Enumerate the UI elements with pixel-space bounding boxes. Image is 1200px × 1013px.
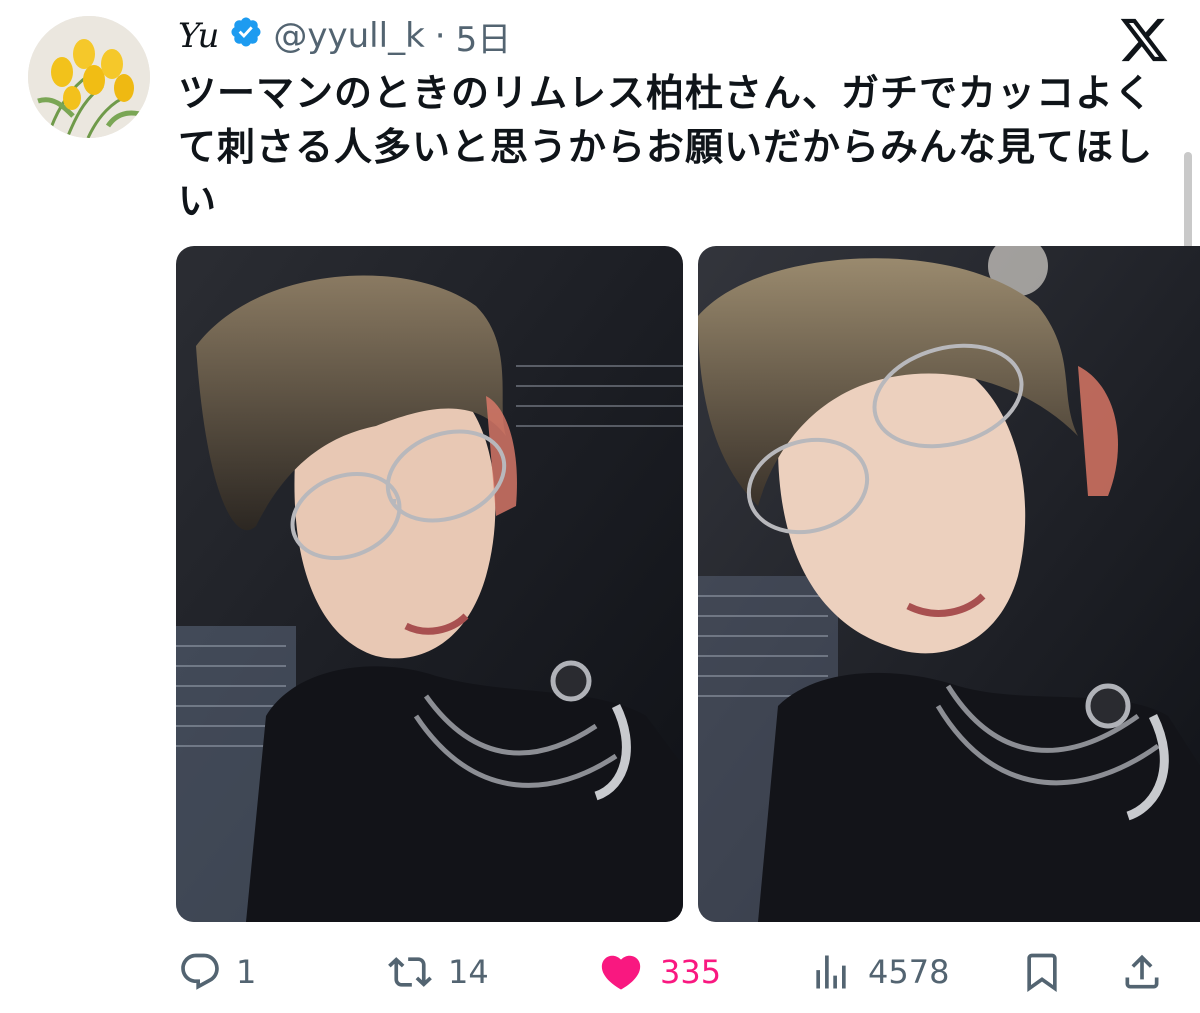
reply-button[interactable]: 1 <box>178 940 256 1004</box>
retweet-button[interactable]: 14 <box>386 940 489 1004</box>
timestamp[interactable]: 5日 <box>456 12 512 61</box>
separator: · <box>434 16 446 56</box>
retweet-icon <box>386 950 434 994</box>
views-count: 4578 <box>868 953 950 991</box>
views-icon <box>808 950 854 994</box>
like-button[interactable]: 335 <box>596 940 721 1004</box>
retweet-count: 14 <box>448 953 489 991</box>
reply-icon <box>178 950 222 994</box>
views-button[interactable]: 4578 <box>808 940 949 1004</box>
handle[interactable]: @yyull_k <box>273 16 424 56</box>
tweet-actions: 1 14 335 4578 <box>0 940 1200 1004</box>
like-count: 335 <box>660 953 722 991</box>
verified-badge-icon <box>229 15 263 58</box>
reply-count: 1 <box>236 953 257 991</box>
share-button[interactable] <box>1120 940 1164 1004</box>
tweet-photo-2[interactable] <box>698 246 1200 922</box>
display-name[interactable]: Yu <box>178 16 219 56</box>
heart-icon <box>596 949 646 995</box>
avatar[interactable] <box>28 16 150 138</box>
share-icon <box>1120 950 1164 994</box>
bookmark-icon <box>1020 950 1064 994</box>
x-logo-icon <box>1118 14 1170 66</box>
tweet-text: ツーマンのときのリムレス柏杜さん、ガチでカッコよくて刺さる人多いと思うからお願い… <box>178 71 1154 223</box>
tweet-photo-1[interactable] <box>176 246 683 922</box>
tweet-header: Yu @yyull_k · 5日 <box>178 12 512 61</box>
bookmark-button[interactable] <box>1020 940 1064 1004</box>
